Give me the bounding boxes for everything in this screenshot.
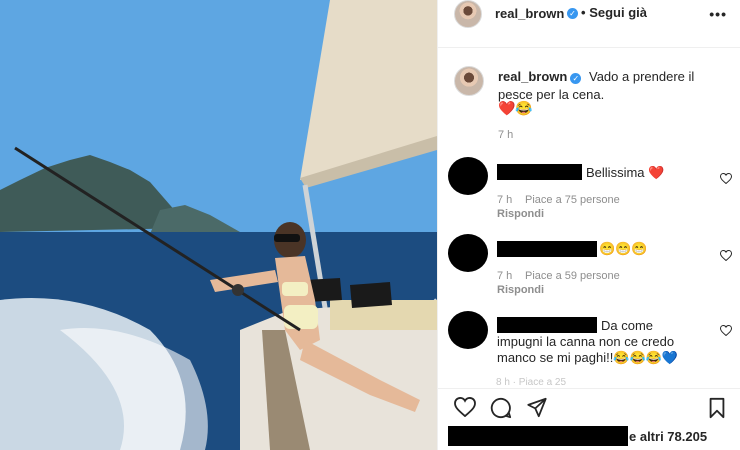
comment-likes[interactable]: Piace a 75 persone [525,194,620,206]
comment-text-line-1: Da come [601,318,654,333]
author-avatar[interactable] [454,0,482,28]
commenter-avatar-redacted[interactable] [448,157,488,195]
comment-item: Bellissima ❤️ 7 h Piace a 75 persone Ris… [448,157,738,227]
actions-divider [438,388,740,389]
comment-text-line-2: impugni la canna non ce credo [497,334,675,349]
comment-item: Da come impugni la canna non ce credo ma… [448,311,738,383]
commenter-avatar-redacted[interactable] [448,234,488,272]
post-panel: real_brown ✓ • Segui già ••• real_brown ✓… [437,0,740,450]
caption-text: real_brown ✓ Vado a prendere il pesce per… [498,68,728,104]
author-username[interactable]: real_brown [495,6,564,21]
post-photo [0,0,437,450]
liker-name-redacted [448,426,628,446]
comment-heart-icon[interactable] [720,173,732,184]
comment-timestamp: 7 h [497,194,513,206]
heart-icon[interactable] [454,397,476,417]
commenter-name-redacted [497,164,582,180]
comment-heart-icon[interactable] [720,250,732,261]
post-header: real_brown ✓ • Segui già ••• [438,0,740,30]
reply-button[interactable]: Rispondi [497,284,544,296]
comment-heart-icon[interactable] [720,325,732,336]
bookmark-icon[interactable] [708,397,726,419]
comment-item: 😁😁😁 7 h Piace a 59 persone Rispondi [448,234,738,304]
caption-avatar[interactable] [454,66,484,96]
commenter-name-redacted [497,241,597,257]
post-photo-illustration [0,0,437,450]
caption-username[interactable]: real_brown [498,69,567,84]
caption-emojis: ❤️😂 [498,100,533,116]
caption-timestamp: 7 h [498,129,514,141]
likes-count[interactable]: e altri 78.205 [629,429,707,444]
commenter-name-redacted [497,317,597,333]
following-button[interactable]: • Segui già [581,5,647,20]
verified-badge-icon: ✓ [567,8,578,19]
share-icon[interactable] [526,397,548,418]
reply-button[interactable]: Rispondi [497,208,544,220]
comment-meta-partial: 8 h · Piace a 25 [496,377,567,388]
header-divider [438,47,740,48]
comment-text: 😁😁😁 [599,241,648,256]
action-bar [438,393,740,423]
comment-text-line-3: manco se mi paghi!!😂😂😂💙 [497,350,679,365]
commenter-avatar-redacted[interactable] [448,311,488,349]
comment-text: Bellissima ❤️ [586,165,665,180]
comment-icon[interactable] [490,397,512,419]
verified-badge-icon: ✓ [570,73,582,84]
comment-likes[interactable]: Piace a 59 persone [525,270,620,282]
comment-timestamp: 7 h [497,270,513,282]
more-icon[interactable]: ••• [709,6,727,22]
likes-summary: e altri 78.205 [438,423,740,450]
